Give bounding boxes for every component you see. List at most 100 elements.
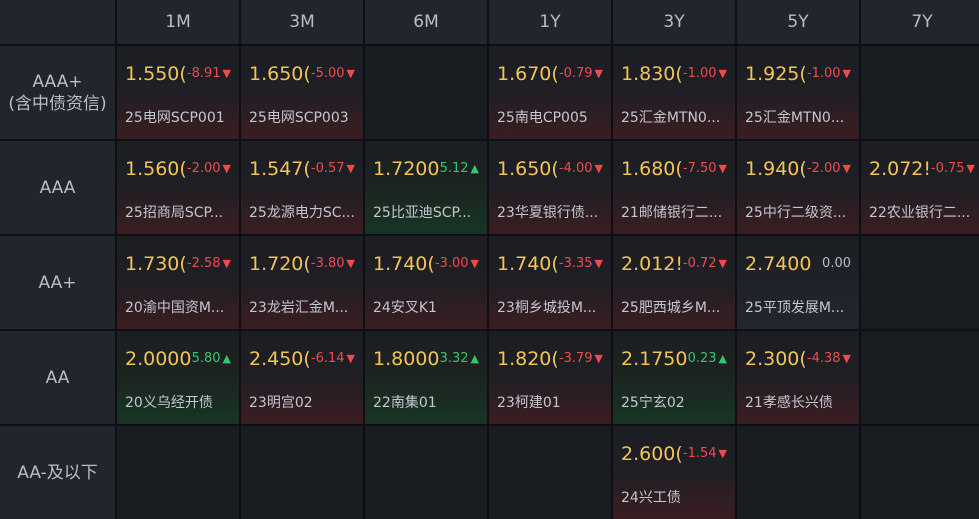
column-header-3Y[interactable]: 3Y [613,0,735,44]
bond-cell[interactable]: 1.730(-2.58 ▼ 20渝中国资M... [117,236,239,329]
bond-name: 25电网SCP001 [125,110,225,126]
bond-cell[interactable]: 1.547(-0.57 ▼ 25龙源电力SC... [241,141,363,234]
arrow-down-icon: ▼ [718,257,727,270]
yield-value: 1.560( [125,158,185,180]
column-header-1Y[interactable]: 1Y [489,0,611,44]
bond-cell[interactable]: 1.925(-1.00 ▼ 25汇金MTN0... [737,46,859,139]
arrow-down-icon: ▼ [594,257,603,270]
change-text: -4.38 [806,351,841,366]
bond-cell[interactable]: 1.830(-1.00 ▼ 25汇金MTN0... [613,46,735,139]
arrow-up-icon: ▲ [718,352,727,365]
change-value: 0.23 ▲ [688,351,727,366]
bond-cell[interactable]: 1.550(-8.91 ▼ 25电网SCP001 [117,46,239,139]
yield-value: 1.8000 [373,348,440,370]
arrow-down-icon: ▼ [222,67,231,80]
bond-name: 25比亚迪SCP... [373,205,472,221]
bond-name: 23桐乡城投M... [497,300,597,316]
bond-cell[interactable]: 2.012! -0.72 ▼ 25肥西城乡M... [613,236,735,329]
change-value: -1.00 ▼ [683,66,727,81]
change-value: -0.75 ▼ [931,161,975,176]
change-value: -0.57 ▼ [311,161,355,176]
bond-name: 24兴工债 [621,490,681,506]
bond-cell[interactable]: 2.0000 5.80 ▲ 20义乌经开债 [117,331,239,424]
change-text: 5.80 [191,351,221,366]
empty-cell [365,46,487,139]
yield-value: 1.740( [497,253,557,275]
arrow-down-icon: ▼ [346,67,355,80]
bond-cell[interactable]: 1.8000 3.32 ▲ 22南集01 [365,331,487,424]
arrow-down-icon: ▼ [222,257,231,270]
bond-cell[interactable]: 1.670(-0.79 ▼ 25南电CP005 [489,46,611,139]
yield-value: 2.0000 [125,348,192,370]
bond-name: 23龙岩汇金M... [249,300,349,316]
arrow-up-icon: ▲ [470,352,479,365]
change-value: -2.00 ▼ [807,161,851,176]
change-text: -5.00 [310,66,345,81]
yield-value: 1.547( [249,158,309,180]
change-value: -2.58 ▼ [187,256,231,271]
arrow-down-icon: ▼ [842,352,851,365]
change-value: 5.80 ▲ [192,351,231,366]
bond-cell[interactable]: 1.940(-2.00 ▼ 25中行二级资... [737,141,859,234]
bond-name: 25招商局SCP... [125,205,224,221]
change-text: 0.23 [687,351,717,366]
empty-cell [861,426,979,519]
bond-name: 20渝中国资M... [125,300,225,316]
arrow-down-icon: ▼ [346,257,355,270]
bond-cell[interactable]: 1.560(-2.00 ▼ 25招商局SCP... [117,141,239,234]
bond-cell[interactable]: 1.650(-4.00 ▼ 23华夏银行债... [489,141,611,234]
bond-name: 22农业银行二... [869,205,971,221]
bond-cell[interactable]: 2.1750 0.23 ▲ 25宁玄02 [613,331,735,424]
bond-cell[interactable]: 2.300(-4.38 ▼ 21孝感长兴债 [737,331,859,424]
bond-cell[interactable]: 1.680(-7.50 ▼ 21邮储银行二... [613,141,735,234]
yield-value: 1.550( [125,63,185,85]
bond-name: 25龙源电力SC... [249,205,355,221]
change-text: -3.35 [558,256,593,271]
arrow-down-icon: ▼ [594,67,603,80]
bond-name: 22南集01 [373,395,437,411]
change-value: -0.72 ▼ [683,256,727,271]
change-text: -2.00 [806,161,841,176]
bond-cell[interactable]: 1.7200 5.12 ▲ 25比亚迪SCP... [365,141,487,234]
column-header-6M[interactable]: 6M [365,0,487,44]
bond-cell[interactable]: 2.600(-1.54 ▼ 24兴工债 [613,426,735,519]
arrow-down-icon: ▼ [470,257,479,270]
bond-name: 23华夏银行债... [497,205,599,221]
bond-cell[interactable]: 2.450(-6.14 ▼ 23明宫02 [241,331,363,424]
column-header-7Y[interactable]: 7Y [861,0,979,44]
change-value: -3.35 ▼ [559,256,603,271]
yield-value: 1.650( [249,63,309,85]
change-value: -2.00 ▼ [187,161,231,176]
arrow-down-icon: ▼ [842,67,851,80]
bond-name: 21邮储银行二... [621,205,723,221]
change-text: -0.57 [310,161,345,176]
change-value: -0.79 ▼ [559,66,603,81]
change-value: -4.38 ▼ [807,351,851,366]
yield-value: 1.650( [497,158,557,180]
yield-value: 2.450( [249,348,309,370]
bond-cell[interactable]: 2.072! -0.75 ▼ 22农业银行二... [861,141,979,234]
bond-cell[interactable]: 1.720(-3.80 ▼ 23龙岩汇金M... [241,236,363,329]
column-header-5Y[interactable]: 5Y [737,0,859,44]
bond-cell[interactable]: 1.650(-5.00 ▼ 25电网SCP003 [241,46,363,139]
bond-cell[interactable]: 1.740(-3.00 ▼ 24安叉K1 [365,236,487,329]
change-value: -3.80 ▼ [311,256,355,271]
arrow-down-icon: ▼ [594,352,603,365]
empty-cell [861,331,979,424]
row-label: AAA [0,141,115,234]
yield-value: 1.720( [249,253,309,275]
bond-cell[interactable]: 1.820(-3.79 ▼ 23柯建01 [489,331,611,424]
change-value: -6.14 ▼ [311,351,355,366]
empty-cell [241,426,363,519]
yield-value: 1.670( [497,63,557,85]
bond-cell[interactable]: 1.740(-3.35 ▼ 23桐乡城投M... [489,236,611,329]
change-text: 5.12 [439,161,469,176]
arrow-up-icon: ▲ [222,352,231,365]
bond-name: 25南电CP005 [497,110,588,126]
column-header-3M[interactable]: 3M [241,0,363,44]
bond-cell[interactable]: 2.7400 0.00 25平顶发展M... [737,236,859,329]
column-header-1M[interactable]: 1M [117,0,239,44]
row-label: AA+ [0,236,115,329]
change-text: -3.80 [310,256,345,271]
yield-value: 2.072! [869,158,929,180]
